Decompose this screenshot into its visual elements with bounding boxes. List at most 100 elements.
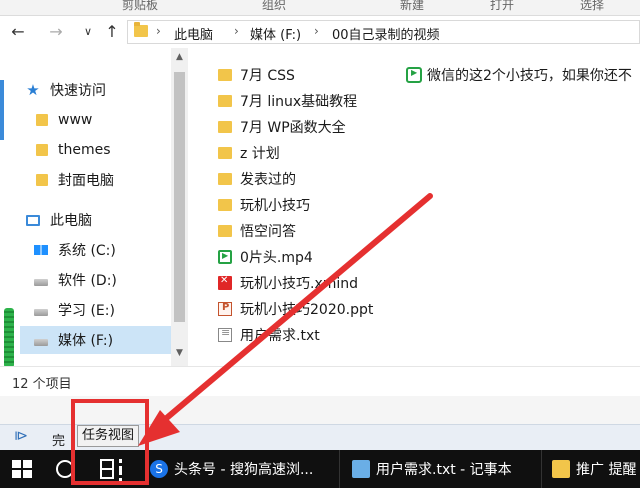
folder-icon bbox=[36, 144, 48, 156]
video-file-icon bbox=[218, 250, 232, 264]
nav-label: 封面电脑 bbox=[58, 173, 114, 189]
task-view-tooltip: 任务视图 bbox=[77, 425, 140, 447]
ribbon-group-organize: 组织 bbox=[262, 0, 287, 12]
ribbon-group-new: 新建 bbox=[400, 0, 425, 12]
taskbar-app-label: 推广 提醒 bbox=[576, 462, 637, 478]
list-item[interactable]: z 计划 bbox=[218, 140, 280, 166]
nav-this-pc[interactable]: 此电脑 bbox=[26, 206, 194, 234]
address-bar[interactable]: › 此电脑 › 媒体 (F:) › 00自己录制的视频 bbox=[127, 20, 640, 44]
file-list: 7月 CSS 7月 linux基础教程 7月 WP函数大全 z 计划 发表过的 … bbox=[188, 48, 640, 366]
text-file-icon bbox=[218, 326, 232, 342]
list-item[interactable]: 玩机小技巧 bbox=[218, 192, 310, 218]
taskbar-app-label: 用户需求.txt - 记事本 bbox=[376, 462, 512, 478]
file-name: 7月 CSS bbox=[240, 68, 295, 84]
list-item[interactable]: 发表过的 bbox=[218, 166, 296, 192]
list-item[interactable]: 0片头.mp4 bbox=[218, 244, 313, 270]
folder-icon bbox=[218, 95, 232, 107]
nav-label: 学习 (E:) bbox=[58, 303, 115, 319]
forward-arrow-icon[interactable]: → bbox=[46, 22, 66, 42]
list-item[interactable]: 7月 linux基础教程 bbox=[218, 88, 357, 114]
breadcrumb-this-pc[interactable]: 此电脑 bbox=[174, 24, 213, 43]
up-arrow-icon[interactable]: ↑ bbox=[102, 22, 122, 42]
xmind-file-icon bbox=[218, 275, 232, 290]
task-view-icon[interactable] bbox=[100, 459, 126, 481]
file-name: 发表过的 bbox=[240, 172, 296, 188]
folder-icon bbox=[218, 147, 232, 159]
drive-icon bbox=[34, 339, 48, 346]
list-item[interactable]: 7月 WP函数大全 bbox=[218, 114, 346, 140]
file-name: 0片头.mp4 bbox=[240, 250, 313, 266]
nav-scrollbar[interactable]: ▲ ▼ bbox=[171, 48, 188, 366]
media-status-label: 完 bbox=[52, 434, 66, 449]
window-gap bbox=[0, 396, 640, 424]
folder-icon bbox=[218, 199, 232, 211]
recent-chevron-down-icon[interactable]: ∨ bbox=[78, 22, 98, 42]
folder-icon bbox=[218, 173, 232, 185]
ribbon-group-clipboard: 剪贴板 bbox=[122, 0, 159, 12]
taskbar-app-label: 头条号 - 搜狗高速浏... bbox=[174, 462, 314, 478]
taskbar-app-sogou-browser[interactable]: S 头条号 - 搜狗高速浏... bbox=[150, 450, 340, 488]
system-drive-icon bbox=[34, 245, 48, 255]
folder-icon bbox=[36, 114, 48, 126]
file-name: 玩机小技巧 bbox=[240, 198, 310, 214]
taskbar-app-push[interactable]: 推广 提醒 bbox=[552, 450, 640, 488]
nav-label: 软件 (D:) bbox=[58, 273, 117, 289]
back-arrow-icon[interactable]: ← bbox=[8, 22, 28, 42]
breadcrumb-media-drive[interactable]: 媒体 (F:) bbox=[250, 24, 301, 43]
folder-icon bbox=[218, 121, 232, 133]
taskbar-app-notepad[interactable]: 用户需求.txt - 记事本 bbox=[352, 450, 542, 488]
breadcrumb-separator-icon[interactable]: › bbox=[156, 24, 161, 38]
notepad-icon bbox=[352, 460, 370, 478]
nav-label: 系统 (C:) bbox=[58, 243, 116, 259]
ribbon-group-open: 打开 bbox=[490, 0, 515, 12]
address-row: ← → ∨ ↑ › 此电脑 › 媒体 (F:) › 00自己录制的视频 bbox=[0, 16, 640, 48]
file-name: 悟空问答 bbox=[240, 224, 296, 240]
sogou-browser-icon: S bbox=[150, 460, 168, 478]
file-name: 7月 WP函数大全 bbox=[240, 120, 346, 136]
taskbar: S 头条号 - 搜狗高速浏... 用户需求.txt - 记事本 推广 提醒 bbox=[0, 450, 640, 488]
computer-icon bbox=[26, 214, 40, 226]
file-name: 玩机小技巧2020.ppt bbox=[240, 302, 374, 318]
windows-start-icon[interactable] bbox=[12, 460, 32, 478]
item-count: 12 个项目 bbox=[12, 377, 72, 392]
list-item[interactable]: 用户需求.txt bbox=[218, 322, 320, 348]
list-item-wechat-video[interactable]: 微信的这2个小技巧，如果你还不 bbox=[406, 62, 640, 88]
drive-icon bbox=[34, 309, 48, 316]
file-name: 7月 linux基础教程 bbox=[240, 94, 358, 110]
app-icon bbox=[552, 460, 570, 478]
nav-label: 此电脑 bbox=[50, 213, 92, 229]
folder-icon bbox=[218, 225, 232, 237]
ribbon-group-select: 选择 bbox=[580, 0, 605, 12]
left-accent-bar bbox=[0, 80, 4, 140]
status-bar: 12 个项目 bbox=[0, 366, 640, 396]
folder-icon bbox=[218, 69, 232, 81]
list-item[interactable]: 悟空问答 bbox=[218, 218, 296, 244]
scroll-up-icon[interactable]: ▲ bbox=[171, 52, 188, 62]
folder-icon bbox=[36, 174, 48, 186]
address-folder-icon bbox=[134, 22, 148, 37]
scroll-thumb[interactable] bbox=[174, 72, 185, 322]
nav-label: www bbox=[58, 112, 93, 128]
breadcrumb-separator-icon[interactable]: › bbox=[314, 24, 319, 38]
breadcrumb-separator-icon[interactable]: › bbox=[234, 24, 239, 38]
nav-drive-f[interactable]: 媒体 (F:) bbox=[20, 326, 171, 354]
play-pause-icon[interactable]: ⧐ bbox=[14, 428, 28, 444]
nav-label: 快速访问 bbox=[50, 83, 106, 99]
nav-quick-access[interactable]: ★ 快速访问 bbox=[26, 76, 194, 104]
search-icon[interactable] bbox=[56, 460, 74, 478]
ribbon-strip: 剪贴板 组织 新建 打开 选择 bbox=[0, 0, 640, 16]
file-name: 用户需求.txt bbox=[240, 328, 320, 344]
breadcrumb-current-folder[interactable]: 00自己录制的视频 bbox=[332, 24, 440, 43]
nav-label: themes bbox=[58, 142, 111, 158]
navigation-pane: ★ 快速访问 www 📌 themes 📌 封面电脑 📌 此电脑 系统 (C:)… bbox=[0, 48, 198, 366]
ppt-file-icon bbox=[218, 302, 232, 316]
nav-label: 媒体 (F:) bbox=[58, 333, 114, 349]
scroll-down-icon[interactable]: ▼ bbox=[171, 348, 188, 358]
list-item[interactable]: 7月 CSS bbox=[218, 62, 295, 88]
file-name: z 计划 bbox=[240, 146, 280, 162]
list-item[interactable]: 玩机小技巧.xmind bbox=[218, 270, 358, 296]
list-item[interactable]: 玩机小技巧2020.ppt bbox=[218, 296, 373, 322]
file-name: 微信的这2个小技巧，如果你还不 bbox=[427, 68, 632, 84]
left-green-handle bbox=[4, 308, 14, 368]
drive-icon bbox=[34, 279, 48, 286]
